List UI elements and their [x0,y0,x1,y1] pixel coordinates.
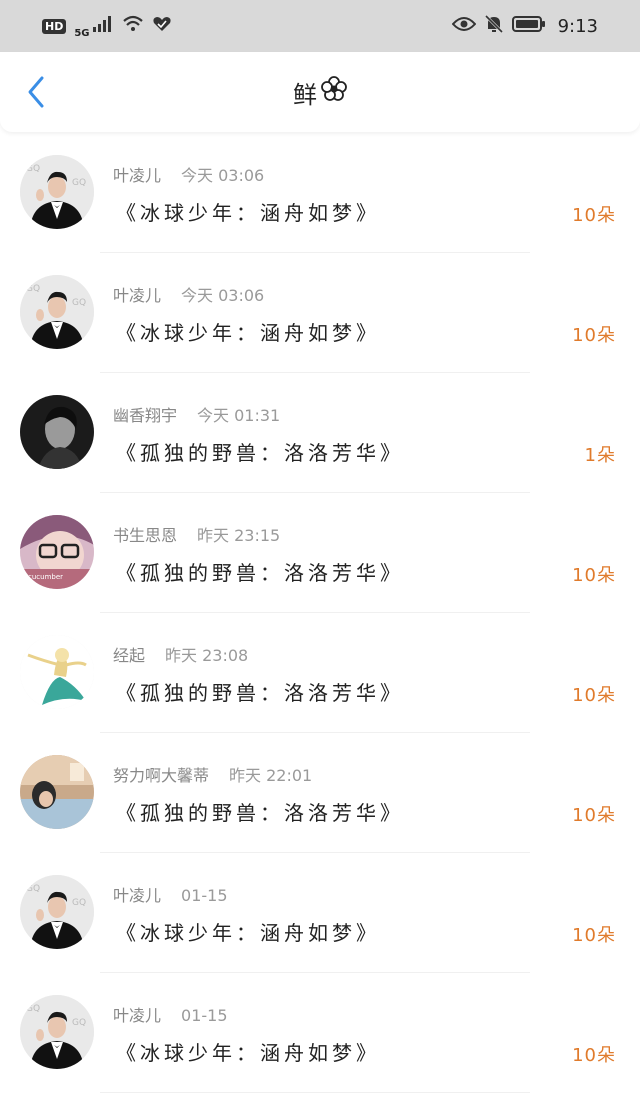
avatar[interactable]: GQ GQ [20,155,94,229]
item-time: 今天 03:06 [181,166,265,185]
eye-icon [451,15,476,37]
list-item[interactable]: 努力啊大馨蒂 昨天 22:01 《孤独的野兽：洛洛芳华》 10朵 [0,733,640,853]
user-name[interactable]: 书生思恩 [113,522,177,546]
list-item[interactable]: GQ GQ 叶凌儿 01-15 《冰球少年：涵舟如梦》 10朵 [0,853,640,973]
item-meta: 书生思恩 昨天 23:15 [113,522,280,546]
book-title[interactable]: 《孤独的野兽：洛洛芳华》 [116,797,404,826]
item-time: 今天 01:31 [197,406,281,425]
item-time: 今天 03:06 [181,286,265,305]
list-item[interactable]: 经起 昨天 23:08 《孤独的野兽：洛洛芳华》 10朵 [0,613,640,733]
svg-text:GQ: GQ [26,1004,40,1014]
book-title[interactable]: 《冰球少年：涵舟如梦》 [116,1037,380,1066]
user-name[interactable]: 幽香翔宇 [113,402,177,426]
item-meta: 努力啊大馨蒂 昨天 22:01 [113,762,312,786]
wifi-icon [122,15,144,37]
status-bar: HD 5G 9:13 [0,0,640,52]
avatar[interactable] [20,395,94,469]
avatar[interactable]: GQ GQ [20,875,94,949]
flower-amount: 10朵 [572,205,616,226]
book-title[interactable]: 《冰球少年：涵舟如梦》 [116,917,380,946]
svg-text:GQ: GQ [72,1018,86,1028]
page-title-text: 鲜 [293,80,317,109]
item-time: 01-15 [181,886,228,905]
signal-icon [92,15,114,37]
svg-text:cucumber: cucumber [28,573,63,581]
list-item[interactable]: GQ GQ 叶凌儿 今天 03:06 《冰球少年：涵舟如梦》 10朵 [0,133,640,253]
svg-text:GQ: GQ [72,898,86,908]
list-item[interactable]: 幽香翔宇 今天 01:31 《孤独的野兽：洛洛芳华》 1朵 [0,373,640,493]
user-name[interactable]: 叶凌儿 [113,282,161,306]
book-title[interactable]: 《冰球少年：涵舟如梦》 [116,197,380,226]
book-title[interactable]: 《冰球少年：涵舟如梦》 [116,317,380,346]
item-time: 昨天 23:15 [197,526,281,545]
flower-amount: 10朵 [572,805,616,826]
book-title[interactable]: 《孤独的野兽：洛洛芳华》 [116,677,404,706]
item-time: 昨天 23:08 [165,646,249,665]
page-title: 鲜 [293,75,347,110]
item-meta: 经起 昨天 23:08 [113,642,248,666]
status-left: HD 5G [42,14,172,39]
avatar[interactable]: cucumber [20,515,94,589]
user-name[interactable]: 经起 [113,642,145,666]
network-label: 5G [74,27,90,39]
list-item[interactable]: GQ GQ 叶凌儿 01-15 《冰球少年：涵舟如梦》 10朵 [0,973,640,1093]
svg-text:GQ: GQ [72,178,86,188]
status-right: 9:13 [451,14,598,38]
title-bar: 鲜 [0,52,640,132]
user-name[interactable]: 叶凌儿 [113,882,161,906]
battery-icon [511,15,546,37]
heart-check-icon [152,15,172,37]
status-time: 9:13 [557,15,598,37]
book-title[interactable]: 《孤独的野兽：洛洛芳华》 [116,557,404,586]
list-item[interactable]: GQ GQ 叶凌儿 今天 03:06 《冰球少年：涵舟如梦》 10朵 [0,253,640,373]
flower-gift-list: GQ GQ 叶凌儿 今天 03:06 《冰球少年：涵舟如梦》 10朵 GQ GQ 叶凌儿 今天 0… [0,133,640,1093]
user-name[interactable]: 叶凌儿 [113,162,161,186]
flower-amount: 10朵 [572,925,616,946]
item-meta: 叶凌儿 今天 03:06 [113,162,264,186]
flower-amount: 10朵 [572,1045,616,1066]
item-time: 01-15 [181,1006,228,1025]
flower-amount: 10朵 [572,685,616,706]
list-item[interactable]: cucumber 书生思恩 昨天 23:15 《孤独的野兽：洛洛芳华》 10朵 [0,493,640,613]
flower-amount: 1朵 [584,445,616,466]
avatar[interactable]: GQ GQ [20,995,94,1069]
avatar[interactable] [20,755,94,829]
item-time: 昨天 22:01 [229,766,313,785]
svg-text:GQ: GQ [26,164,40,174]
avatar[interactable] [20,635,94,709]
avatar[interactable]: GQ GQ [20,275,94,349]
svg-text:GQ: GQ [72,298,86,308]
user-name[interactable]: 叶凌儿 [113,1002,161,1026]
svg-text:GQ: GQ [26,284,40,294]
item-meta: 叶凌儿 01-15 [113,882,228,906]
flower-icon [321,76,347,108]
flower-amount: 10朵 [572,565,616,586]
chevron-left-icon [28,76,44,108]
svg-text:GQ: GQ [26,884,40,894]
book-title[interactable]: 《孤独的野兽：洛洛芳华》 [116,437,404,466]
item-meta: 幽香翔宇 今天 01:31 [113,402,280,426]
hd-badge: HD [42,18,67,34]
back-button[interactable] [18,74,54,110]
item-meta: 叶凌儿 01-15 [113,1002,228,1026]
flower-amount: 10朵 [572,325,616,346]
item-meta: 叶凌儿 今天 03:06 [113,282,264,306]
mute-bell-icon [484,14,504,38]
user-name[interactable]: 努力啊大馨蒂 [113,762,209,786]
